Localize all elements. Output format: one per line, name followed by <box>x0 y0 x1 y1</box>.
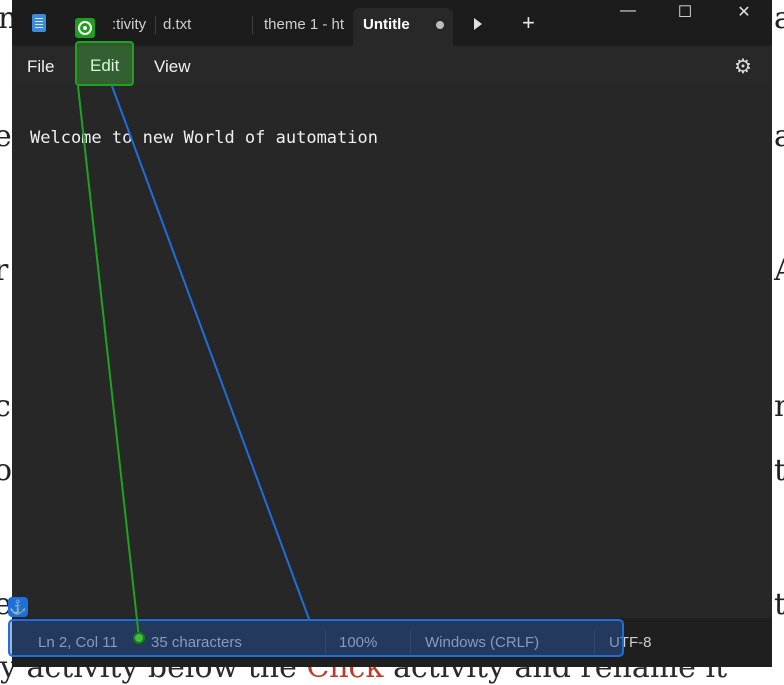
connector-lines <box>77 85 310 639</box>
target-connector-line <box>77 85 140 639</box>
anchor-connector-line <box>111 85 310 620</box>
target-point-icon <box>133 632 145 644</box>
